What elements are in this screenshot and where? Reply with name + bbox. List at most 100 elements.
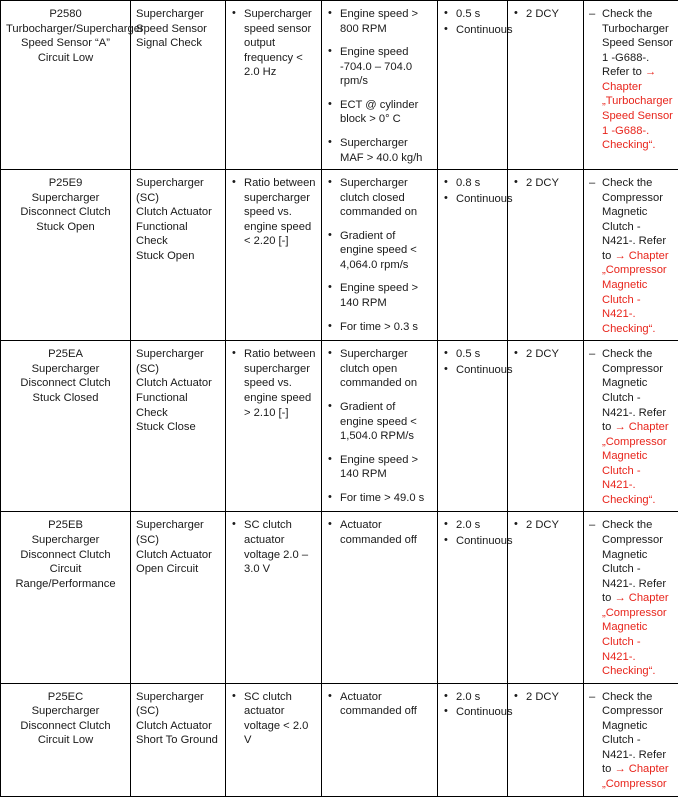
- corrective-action-list: Check the Compressor Magnetic Clutch -N4…: [589, 518, 673, 678]
- monitoring-time-cell: 0.5 sContinuous: [438, 341, 508, 512]
- check-performed-cell: SuperchargerSpeed SensorSignal Check: [131, 1, 226, 170]
- list-item: 0.8 s: [443, 176, 502, 191]
- check-line: Clutch Actuator: [136, 376, 220, 391]
- fault-criteria-cell: Ratio between supercharger speed vs. eng…: [226, 170, 322, 341]
- table-row: P25EBSupercharger Disconnect Clutch Circ…: [1, 512, 678, 683]
- chapter-reference-link[interactable]: Chapter „Compressor Magnetic Clutch -N42…: [602, 421, 669, 506]
- list-item: For time > 49.0 s: [327, 491, 432, 506]
- fault-criteria-cell-list: SC clutch actuator voltage 2.0 – 3.0 V: [231, 518, 316, 576]
- drive-cycles-cell: 2 DCY: [508, 512, 584, 683]
- list-item: 2 DCY: [513, 176, 578, 191]
- list-item: 2 DCY: [513, 690, 578, 705]
- list-item: Continuous: [443, 534, 502, 549]
- check-line: Clutch Actuator: [136, 205, 220, 220]
- drive-cycles-cell-list: 2 DCY: [513, 7, 578, 22]
- list-item: Check the Compressor Magnetic Clutch -N4…: [589, 690, 673, 792]
- check-line: Supercharger (SC): [136, 690, 220, 719]
- list-item: Supercharger clutch open commanded on: [327, 347, 432, 391]
- enable-conditions-cell-list: Actuator commanded off: [327, 518, 432, 547]
- list-item: 2 DCY: [513, 518, 578, 533]
- list-item: Engine speed > 800 RPM: [327, 7, 432, 36]
- check-line: Speed Sensor: [136, 22, 220, 37]
- drive-cycles-cell: 2 DCY: [508, 341, 584, 512]
- corrective-action-list: Check the Turbocharger Speed Sensor 1 -G…: [589, 7, 673, 153]
- list-item: Supercharger clutch closed commanded on: [327, 176, 432, 220]
- table-row: P25E9Supercharger Disconnect Clutch Stuc…: [1, 170, 678, 341]
- list-item: 2 DCY: [513, 347, 578, 362]
- dtc-description: Supercharger Disconnect Clutch Circuit L…: [6, 704, 125, 748]
- list-item: Actuator commanded off: [327, 518, 432, 547]
- corrective-action-list: Check the Compressor Magnetic Clutch -N4…: [589, 176, 673, 336]
- corrective-action-list: Check the Compressor Magnetic Clutch -N4…: [589, 690, 673, 792]
- enable-conditions-cell: Engine speed > 800 RPMEngine speed -704.…: [322, 1, 438, 170]
- monitoring-time-cell-list: 0.5 sContinuous: [443, 347, 502, 377]
- list-item: 0.5 s: [443, 7, 502, 22]
- list-item: SC clutch actuator voltage 2.0 – 3.0 V: [231, 518, 316, 576]
- monitoring-time-cell: 2.0 sContinuous: [438, 683, 508, 796]
- list-item: For time > 0.3 s: [327, 320, 432, 335]
- chapter-reference-link[interactable]: Chapter „Compressor: [602, 763, 669, 790]
- fault-criteria-cell-list: SC clutch actuator voltage < 2.0 V: [231, 690, 316, 748]
- monitoring-time-cell: 0.5 sContinuous: [438, 1, 508, 170]
- right-arrow-icon: →: [614, 592, 625, 604]
- monitoring-time-cell: 2.0 sContinuous: [438, 512, 508, 683]
- dtc-code-cell: P25EASupercharger Disconnect Clutch Stuc…: [1, 341, 131, 512]
- check-line: Supercharger (SC): [136, 176, 220, 205]
- dtc-description: Supercharger Disconnect Clutch Circuit R…: [6, 533, 125, 591]
- fault-criteria-cell: SC clutch actuator voltage 2.0 – 3.0 V: [226, 512, 322, 683]
- dtc-description: Supercharger Disconnect Clutch Stuck Ope…: [6, 191, 125, 235]
- list-item: Ratio between supercharger speed vs. eng…: [231, 347, 316, 420]
- check-line: Supercharger (SC): [136, 518, 220, 547]
- check-line: Functional Check: [136, 391, 220, 420]
- list-item: Engine speed > 140 RPM: [327, 281, 432, 310]
- dtc-code: P25EA: [6, 347, 125, 362]
- check-line: Functional Check: [136, 220, 220, 249]
- check-line: Stuck Open: [136, 249, 220, 264]
- list-item: Continuous: [443, 705, 502, 720]
- check-line: Open Circuit: [136, 562, 220, 577]
- check-line: Stuck Close: [136, 420, 220, 435]
- dtc-code-cell: P25EBSupercharger Disconnect Clutch Circ…: [1, 512, 131, 683]
- list-item: Check the Compressor Magnetic Clutch -N4…: [589, 518, 673, 678]
- list-item: SC clutch actuator voltage < 2.0 V: [231, 690, 316, 748]
- check-line: Clutch Actuator: [136, 719, 220, 734]
- fault-criteria-cell-list: Ratio between supercharger speed vs. eng…: [231, 176, 316, 249]
- table-row: P25ECSupercharger Disconnect Clutch Circ…: [1, 683, 678, 796]
- enable-conditions-cell-list: Engine speed > 800 RPMEngine speed -704.…: [327, 7, 432, 165]
- drive-cycles-cell-list: 2 DCY: [513, 690, 578, 705]
- list-item: Continuous: [443, 363, 502, 378]
- enable-conditions-cell-list: Actuator commanded off: [327, 690, 432, 719]
- fault-criteria-cell-list: Ratio between supercharger speed vs. eng…: [231, 347, 316, 420]
- dtc-description: Turbocharger/Supercharger Speed Sensor “…: [6, 22, 125, 66]
- list-item: Actuator commanded off: [327, 690, 432, 719]
- list-item: Continuous: [443, 192, 502, 207]
- drive-cycles-cell: 2 DCY: [508, 683, 584, 796]
- table-row: P25EASupercharger Disconnect Clutch Stuc…: [1, 341, 678, 512]
- list-item: Gradient of engine speed < 4,064.0 rpm/s: [327, 229, 432, 273]
- fault-criteria-cell: SC clutch actuator voltage < 2.0 V: [226, 683, 322, 796]
- dtc-code-cell: P2580Turbocharger/Supercharger Speed Sen…: [1, 1, 131, 170]
- right-arrow-icon: →: [614, 421, 625, 433]
- dtc-code-cell: P25ECSupercharger Disconnect Clutch Circ…: [1, 683, 131, 796]
- enable-conditions-cell: Actuator commanded off: [322, 512, 438, 683]
- dtc-code: P25EC: [6, 690, 125, 705]
- check-line: Supercharger: [136, 7, 220, 22]
- drive-cycles-cell-list: 2 DCY: [513, 176, 578, 191]
- chapter-reference-link[interactable]: Chapter „Compressor Magnetic Clutch -N42…: [602, 592, 669, 677]
- enable-conditions-cell-list: Supercharger clutch closed commanded on G…: [327, 176, 432, 334]
- dtc-code-cell: P25E9Supercharger Disconnect Clutch Stuc…: [1, 170, 131, 341]
- list-item: Check the Turbocharger Speed Sensor 1 -G…: [589, 7, 673, 153]
- list-item: Continuous: [443, 23, 502, 38]
- drive-cycles-cell-list: 2 DCY: [513, 518, 578, 533]
- corrective-action-cell: Check the Compressor Magnetic Clutch -N4…: [584, 512, 678, 683]
- dtc-description: Supercharger Disconnect Clutch Stuck Clo…: [6, 362, 125, 406]
- right-arrow-icon: →: [614, 250, 625, 262]
- enable-conditions-cell: Supercharger clutch closed commanded on G…: [322, 170, 438, 341]
- check-line: Signal Check: [136, 36, 220, 51]
- chapter-reference-link[interactable]: Chapter „Compressor Magnetic Clutch -N42…: [602, 250, 669, 335]
- drive-cycles-cell: 2 DCY: [508, 170, 584, 341]
- right-arrow-icon: →: [645, 66, 656, 78]
- list-item: Engine speed > 140 RPM: [327, 453, 432, 482]
- fault-criteria-cell-list: Supercharger speed sensor output frequen…: [231, 7, 316, 80]
- chapter-reference-link[interactable]: Chapter „Turbocharger Speed Sensor 1 -G6…: [602, 81, 673, 151]
